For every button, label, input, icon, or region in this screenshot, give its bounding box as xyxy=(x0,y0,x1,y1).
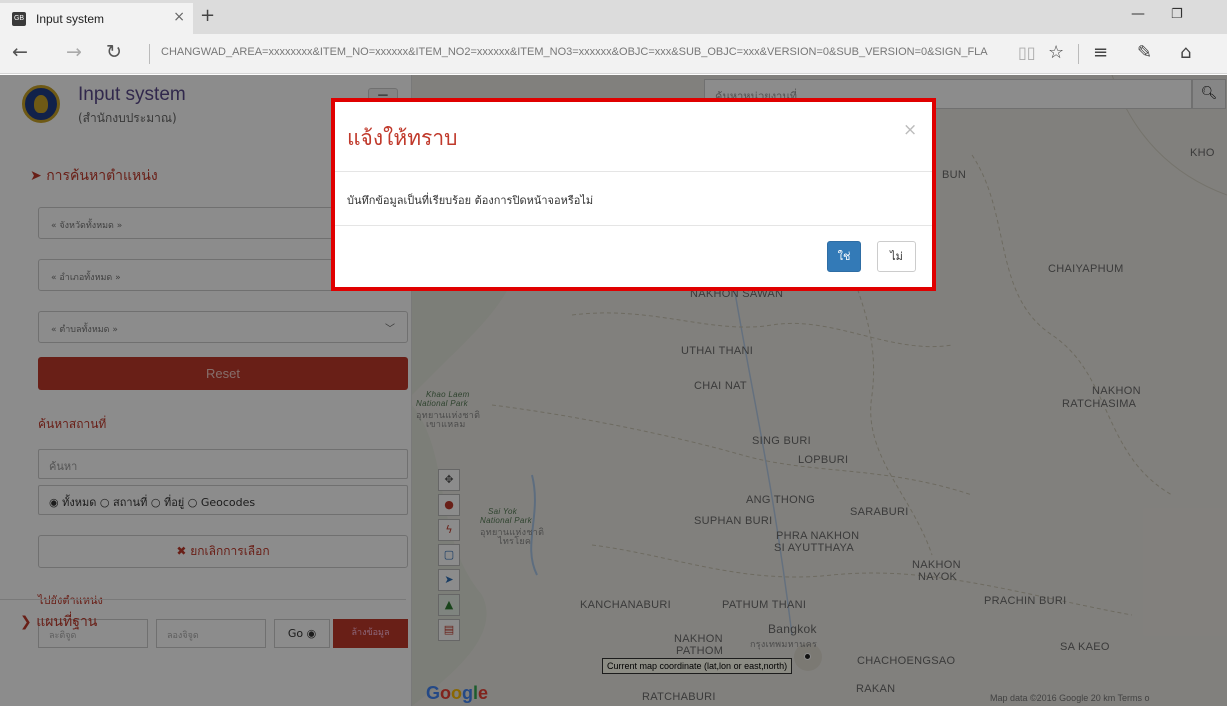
browser-tab[interactable]: GB Input system × xyxy=(0,3,193,34)
forward-icon[interactable]: → xyxy=(66,42,82,62)
web-note-icon[interactable]: ✎ xyxy=(1137,42,1152,63)
dialog-body: บันทึกข้อมูลเป็นที่เรียบร้อย ต้องการปิดห… xyxy=(335,172,932,226)
toolbar-divider xyxy=(1078,44,1079,64)
address-divider xyxy=(149,44,150,64)
dialog-title: แจ้งให้ทราบ xyxy=(347,126,458,150)
dialog-footer: ใช่ ไม่ xyxy=(335,226,932,287)
window-minimize-icon[interactable]: — xyxy=(1131,6,1145,22)
dialog-close-icon[interactable]: × xyxy=(903,120,917,140)
reading-view-icon[interactable]: ▯▯ xyxy=(1018,43,1036,62)
browser-tab-bar: GB Input system × + — ❐ xyxy=(0,0,1227,34)
tab-favicon-icon: GB xyxy=(12,11,26,26)
window-restore-icon[interactable]: ❐ xyxy=(1171,7,1183,22)
refresh-icon[interactable]: ↻ xyxy=(106,42,122,62)
no-button[interactable]: ไม่ xyxy=(877,241,916,272)
url-field[interactable]: CHANGWAD_AREA=xxxxxxxx&ITEM_NO=xxxxxx&IT… xyxy=(161,46,1016,58)
hub-icon[interactable]: ≡ xyxy=(1093,42,1108,63)
new-tab-button[interactable]: + xyxy=(200,5,215,26)
yes-button[interactable]: ใช่ xyxy=(827,241,861,272)
tab-title: Input system xyxy=(36,11,105,26)
dialog-message: บันทึกข้อมูลเป็นที่เรียบร้อย ต้องการปิดห… xyxy=(347,194,594,207)
dialog-header: แจ้งให้ทราบ × xyxy=(335,102,932,172)
favorite-star-icon[interactable]: ☆ xyxy=(1048,42,1064,63)
address-bar: ← → ↻ CHANGWAD_AREA=xxxxxxxx&ITEM_NO=xxx… xyxy=(0,34,1227,74)
notification-dialog: แจ้งให้ทราบ × บันทึกข้อมูลเป็นที่เรียบร้… xyxy=(331,98,936,291)
share-icon[interactable]: ⌂ xyxy=(1180,42,1191,63)
back-icon[interactable]: ← xyxy=(12,42,28,62)
tab-close-icon[interactable]: × xyxy=(173,9,185,25)
